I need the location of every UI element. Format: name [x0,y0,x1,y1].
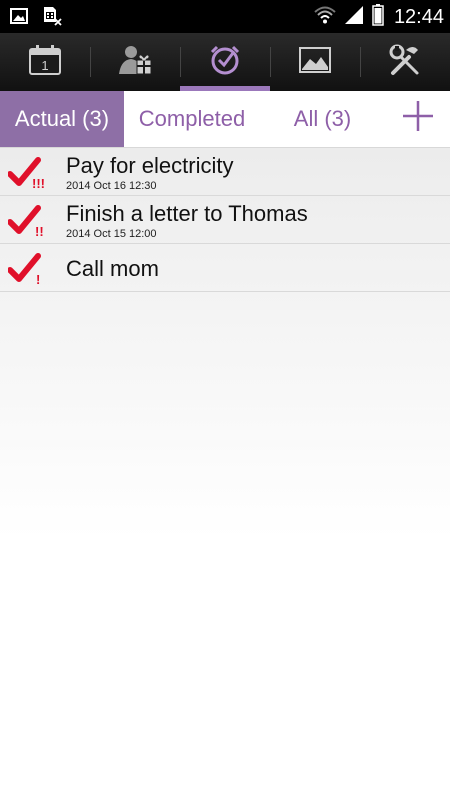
priority-mark: ! [36,272,40,285]
signal-icon [344,5,364,30]
status-bar: 12:44 [0,0,450,33]
chart-image-icon [298,45,332,80]
status-time: 12:44 [393,6,444,28]
task-date: 2014 Oct 16 12:30 [66,180,157,192]
filter-tabs: Actual (3) Completed All (3) [0,91,450,148]
task-date: 2014 Oct 15 12:00 [66,228,157,240]
priority-mark: !!! [32,176,45,189]
plus-icon [401,99,435,139]
task-row[interactable]: !! Finish a letter to Thomas 2014 Oct 15… [0,196,450,244]
checkmark-icon[interactable]: !!! [7,157,50,191]
add-task-button[interactable] [385,91,450,147]
image-icon [10,8,28,29]
nav-calendar[interactable]: 1 [0,33,90,91]
tools-icon [388,44,422,81]
top-nav: 1 [0,33,450,91]
calendar-day: 1 [41,58,48,73]
nav-settings[interactable] [360,33,450,91]
tab-all[interactable]: All (3) [260,91,385,147]
birthday-gift-icon [117,44,153,81]
tab-actual[interactable]: Actual (3) [0,91,124,147]
tasks-clock-icon [208,44,242,81]
task-title: Finish a letter to Thomas [66,201,308,226]
nav-charts[interactable] [270,33,360,91]
checkmark-icon[interactable]: !! [7,205,50,239]
task-row[interactable]: ! Call mom [0,244,450,292]
task-title: Call mom [66,256,159,281]
task-title: Pay for electricity [66,153,234,178]
nav-tasks[interactable] [180,33,270,91]
wifi-icon [314,5,336,30]
checkmark-icon[interactable]: ! [7,253,50,287]
tab-completed[interactable]: Completed [124,91,260,147]
task-list: !!! Pay for electricity 2014 Oct 16 12:3… [0,148,450,800]
nav-birthdays[interactable] [90,33,180,91]
battery-icon [372,4,384,31]
task-row[interactable]: !!! Pay for electricity 2014 Oct 16 12:3… [0,148,450,196]
priority-mark: !! [35,224,44,237]
sim-card-icon [42,6,62,31]
calendar-icon: 1 [28,44,62,81]
